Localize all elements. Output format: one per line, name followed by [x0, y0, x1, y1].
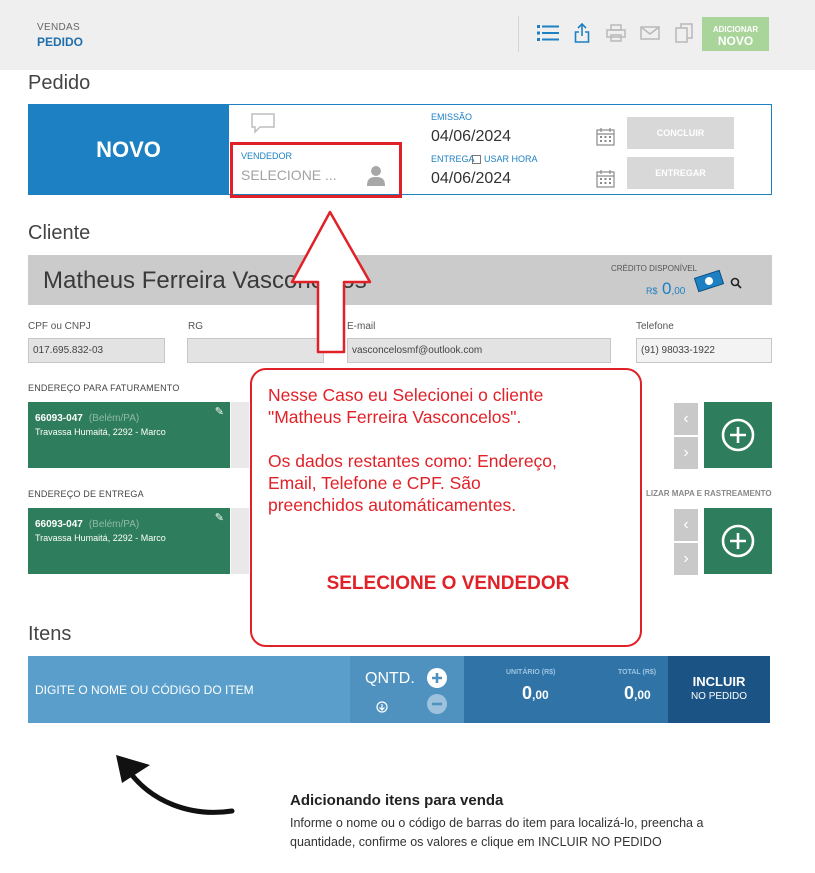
help-text: Informe o nome ou o código de barras do … — [290, 816, 704, 849]
callout-emphasis: SELECIONE O VENDEDOR — [326, 573, 570, 594]
help-title: Adicionando itens para venda — [290, 792, 504, 809]
callout-text: Nesse Caso eu Selecionei o cliente "Math… — [268, 385, 557, 515]
curved-arrow-icon — [116, 755, 235, 815]
annotation-callout: Nesse Caso eu Selecionei o cliente "Math… — [250, 368, 642, 647]
